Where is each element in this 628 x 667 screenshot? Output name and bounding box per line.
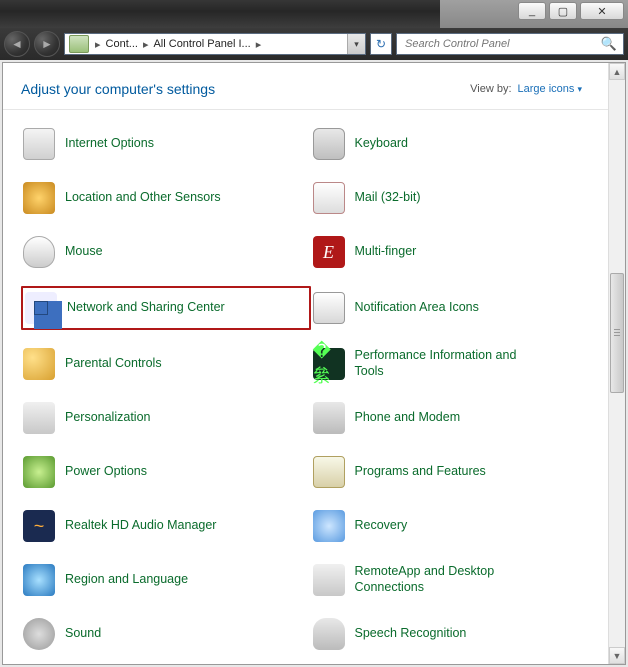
- cp-item-sound[interactable]: Sound: [21, 614, 311, 654]
- mail-32bit-icon: [313, 182, 345, 214]
- cp-item-label: Parental Controls: [65, 356, 162, 372]
- location-sensors-icon: [23, 182, 55, 214]
- performance-info-icon: �絫: [313, 348, 345, 380]
- cp-item-power-options[interactable]: Power Options: [21, 452, 311, 492]
- address-bar[interactable]: ▸ Cont... ▸ All Control Panel I... ▸ ▾: [64, 33, 366, 55]
- cp-item-phone-modem[interactable]: Phone and Modem: [311, 398, 601, 438]
- minimize-button[interactable]: _: [518, 2, 546, 20]
- cp-item-label: Performance Information and Tools: [355, 348, 523, 379]
- cp-item-notification-area[interactable]: Notification Area Icons: [311, 286, 601, 330]
- personalization-icon: [23, 402, 55, 434]
- cp-item-keyboard[interactable]: Keyboard: [311, 124, 601, 164]
- cp-item-label: Network and Sharing Center: [67, 300, 225, 316]
- notification-area-icon: [313, 292, 345, 324]
- cp-item-label: Mouse: [65, 244, 103, 260]
- breadcrumb-control-panel[interactable]: Cont...: [103, 38, 141, 50]
- cp-item-mail-32bit[interactable]: Mail (32-bit): [311, 178, 601, 218]
- view-by-label: View by:: [470, 83, 511, 95]
- search-input[interactable]: [403, 37, 601, 51]
- cp-item-location-sensors[interactable]: Location and Other Sensors: [21, 178, 311, 218]
- scroll-down-button[interactable]: ▼: [609, 647, 625, 664]
- header-row: Adjust your computer's settings View by:…: [3, 81, 608, 110]
- cp-item-remoteapp[interactable]: RemoteApp and Desktop Connections: [311, 560, 601, 600]
- cp-item-label: RemoteApp and Desktop Connections: [355, 564, 523, 595]
- remoteapp-icon: [313, 564, 345, 596]
- cp-item-label: Personalization: [65, 410, 150, 426]
- cp-item-realtek-audio[interactable]: ~ Realtek HD Audio Manager: [21, 506, 311, 546]
- breadcrumb-sep: ▸: [141, 38, 151, 51]
- cp-item-label: Power Options: [65, 464, 147, 480]
- cp-item-label: Sound: [65, 626, 101, 642]
- view-by: View by: Large icons ▾: [470, 83, 582, 95]
- cp-item-recovery[interactable]: Recovery: [311, 506, 601, 546]
- cp-item-performance-info[interactable]: �絫 Performance Information and Tools: [311, 344, 601, 384]
- search-box[interactable]: 🔍: [396, 33, 624, 55]
- internet-options-icon: [23, 128, 55, 160]
- vertical-scrollbar[interactable]: ▲ ▼: [608, 63, 625, 664]
- maximize-button[interactable]: ▢: [549, 2, 577, 20]
- cp-item-label: Programs and Features: [355, 464, 486, 480]
- scroll-up-button[interactable]: ▲: [609, 63, 625, 80]
- close-button[interactable]: ✕: [580, 2, 624, 20]
- region-language-icon: [23, 564, 55, 596]
- content-area: Adjust your computer's settings View by:…: [3, 63, 608, 664]
- cp-item-speech-recognition[interactable]: Speech Recognition: [311, 614, 601, 654]
- realtek-audio-icon: ~: [23, 510, 55, 542]
- titlebar-background: [0, 0, 440, 28]
- chevron-down-icon: ▾: [577, 84, 582, 94]
- forward-button[interactable]: ►: [34, 31, 60, 57]
- view-by-dropdown[interactable]: Large icons ▾: [518, 83, 582, 95]
- recovery-icon: [313, 510, 345, 542]
- phone-modem-icon: [313, 402, 345, 434]
- speech-recognition-icon: [313, 618, 345, 650]
- cp-item-internet-options[interactable]: Internet Options: [21, 124, 311, 164]
- power-options-icon: [23, 456, 55, 488]
- cp-item-region-language[interactable]: Region and Language: [21, 560, 311, 600]
- navigation-bar: ◄ ► ▸ Cont... ▸ All Control Panel I... ▸…: [0, 28, 628, 60]
- cp-item-programs-features[interactable]: Programs and Features: [311, 452, 601, 492]
- cp-item-label: Realtek HD Audio Manager: [65, 518, 216, 534]
- search-icon[interactable]: 🔍: [601, 36, 617, 52]
- refresh-button[interactable]: ↻: [370, 33, 392, 55]
- cp-item-label: Recovery: [355, 518, 408, 534]
- titlebar: _ ▢ ✕: [0, 0, 628, 28]
- cp-item-personalization[interactable]: Personalization: [21, 398, 311, 438]
- breadcrumb-sep: ▸: [254, 38, 264, 51]
- cp-item-label: Multi-finger: [355, 244, 417, 260]
- mouse-icon: [23, 236, 55, 268]
- cp-item-label: Keyboard: [355, 136, 409, 152]
- window-buttons: _ ▢ ✕: [518, 2, 624, 20]
- sound-icon: [23, 618, 55, 650]
- back-button[interactable]: ◄: [4, 31, 30, 57]
- cp-item-label: Region and Language: [65, 572, 188, 588]
- cp-item-label: Location and Other Sensors: [65, 190, 221, 206]
- cp-item-parental-controls[interactable]: Parental Controls: [21, 344, 311, 384]
- scroll-thumb[interactable]: [610, 273, 624, 393]
- breadcrumb-all-items[interactable]: All Control Panel I...: [150, 38, 253, 50]
- cp-item-multi-finger[interactable]: E Multi-finger: [311, 232, 601, 272]
- content-frame: Adjust your computer's settings View by:…: [2, 62, 626, 665]
- cp-item-network-sharing[interactable]: Network and Sharing Center: [21, 286, 311, 330]
- cp-item-label: Internet Options: [65, 136, 154, 152]
- cp-item-label: Notification Area Icons: [355, 300, 479, 316]
- address-dropdown[interactable]: ▾: [347, 34, 365, 54]
- cp-item-mouse[interactable]: Mouse: [21, 232, 311, 272]
- view-by-value: Large icons: [518, 83, 575, 95]
- cp-item-label: Phone and Modem: [355, 410, 461, 426]
- multi-finger-icon: E: [313, 236, 345, 268]
- cp-item-label: Speech Recognition: [355, 626, 467, 642]
- network-sharing-icon: [25, 292, 57, 324]
- parental-controls-icon: [23, 348, 55, 380]
- cp-item-label: Mail (32-bit): [355, 190, 421, 206]
- page-title: Adjust your computer's settings: [21, 81, 215, 97]
- control-panel-icon: [69, 35, 89, 53]
- breadcrumb-sep: ▸: [93, 38, 103, 51]
- programs-features-icon: [313, 456, 345, 488]
- items-grid: Internet Options Keyboard Location and Oth…: [3, 110, 608, 664]
- keyboard-icon: [313, 128, 345, 160]
